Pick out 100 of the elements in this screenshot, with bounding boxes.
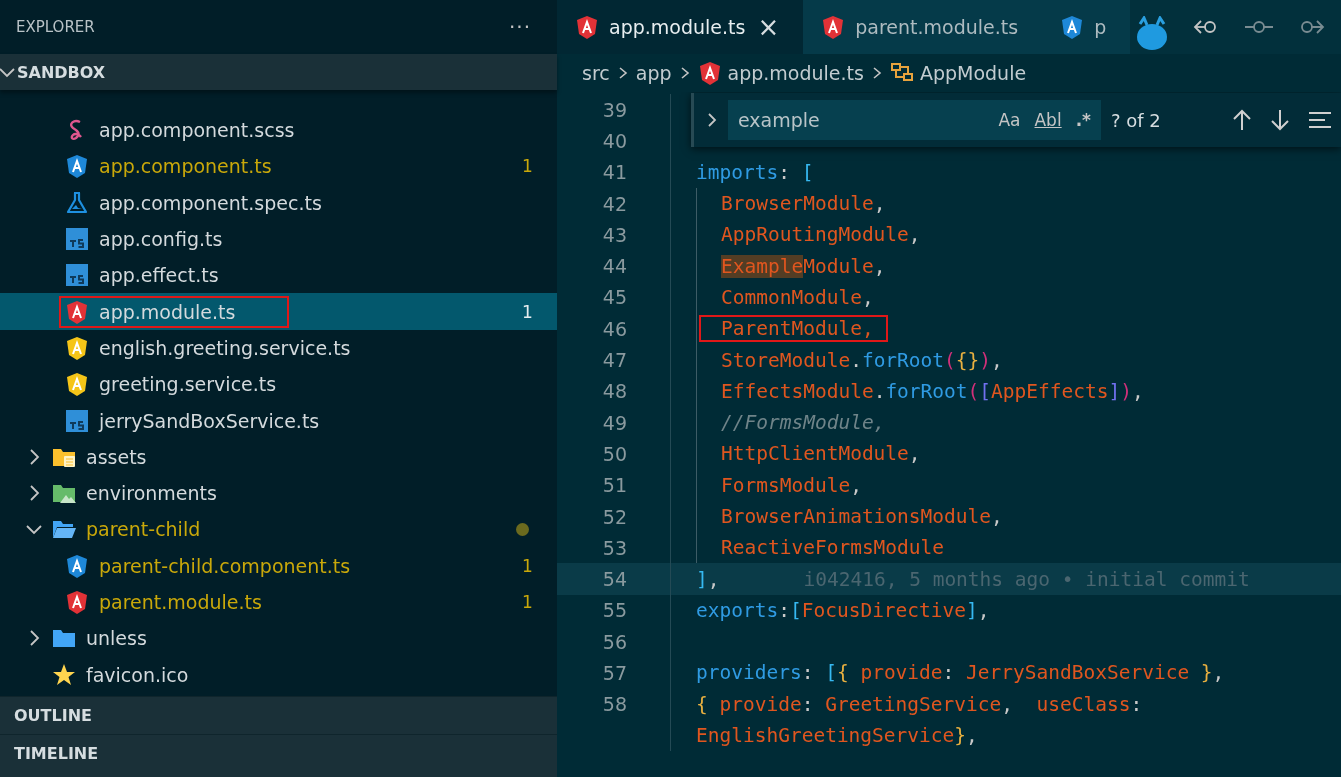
tree-item[interactable]: app.component.ts 1: [0, 148, 557, 185]
file-name: parent-child: [86, 518, 201, 541]
code-token: .: [850, 348, 862, 372]
code-token: useClass: [1036, 692, 1131, 716]
code-token: [: [789, 598, 802, 622]
code-token: :: [778, 160, 791, 184]
angular-icon: [697, 61, 722, 85]
code-token: }: [954, 724, 967, 748]
file-name: app.component.scss: [99, 119, 295, 142]
tree-item[interactable]: app.module.ts 1: [0, 293, 557, 330]
editor-tab[interactable]: parent.module.ts: [803, 0, 1043, 54]
tab-label: p: [1094, 16, 1107, 38]
code-token: FormsModule: [721, 473, 851, 497]
line-number: 42: [601, 192, 627, 215]
code-token: ,: [1001, 692, 1014, 716]
search-option-toggle[interactable]: Aa: [998, 110, 1021, 130]
line-number: 53: [601, 536, 627, 559]
problem-count: 1: [522, 301, 533, 322]
file-name: unless: [86, 627, 147, 650]
tree-item[interactable]: parent.module.ts 1: [0, 583, 557, 621]
file-name: app.component.ts: [99, 155, 272, 178]
breadcrumb-item[interactable]: app.module.ts: [727, 62, 864, 84]
angular-icon: [65, 335, 89, 360]
code-token: FocusDirective: [801, 598, 967, 622]
breadcrumb-item[interactable]: AppModule: [919, 62, 1027, 84]
angular-icon: [575, 15, 599, 39]
file-name: favicon.ico: [86, 663, 189, 686]
editor-tab[interactable]: app.module.ts ×: [557, 0, 804, 54]
code-token: [: [979, 379, 992, 403]
code-token: ]: [1108, 379, 1121, 403]
more-actions-button[interactable]: ···: [498, 15, 541, 39]
code-token: :: [801, 661, 815, 685]
editor-tab[interactable]: p: [1042, 0, 1131, 54]
tree-item[interactable]: jerrySandBoxService.ts: [0, 402, 557, 439]
code-token: ): [1120, 379, 1132, 403]
line-number: 49: [601, 411, 627, 434]
search-option-toggle[interactable]: Abl: [1034, 110, 1062, 130]
code-token: BrowserAnimationsModule: [721, 505, 992, 528]
tree-item[interactable]: unless: [0, 620, 557, 657]
code-token: (: [967, 379, 980, 403]
code-token: exports: [696, 598, 779, 622]
tree-item[interactable]: assets: [0, 438, 557, 475]
close-icon[interactable]: ×: [757, 12, 780, 42]
code-token: ,: [966, 724, 978, 748]
code-token: :: [778, 598, 790, 622]
file-name: app.effect.ts: [99, 264, 219, 287]
code-token: ]: [966, 598, 978, 622]
tree-item[interactable]: app.config.ts: [0, 220, 557, 258]
angular-icon: [1060, 15, 1085, 39]
code-token: imports: [696, 160, 779, 184]
file-name: parent.module.ts: [99, 591, 262, 613]
code-token: {: [836, 661, 849, 685]
panel-header[interactable]: TIMELINE: [0, 734, 557, 772]
angular-icon: [65, 372, 89, 397]
highlight-frame: ParentModule,: [701, 317, 886, 341]
code-token: AppEffects: [991, 379, 1109, 403]
breadcrumb-item[interactable]: src: [582, 62, 610, 84]
angular-icon: [65, 154, 89, 179]
code-token: ,: [1212, 661, 1225, 685]
line-number: 52: [601, 505, 627, 528]
file-name: app.module.ts: [99, 300, 236, 323]
search-option-toggle[interactable]: .*: [1075, 110, 1091, 130]
tree-item[interactable]: english.greeting.service.ts: [0, 329, 557, 367]
panel-header[interactable]: OUTLINE: [0, 696, 557, 734]
menu-icon: [1306, 110, 1333, 130]
search-match: Example: [721, 254, 804, 278]
code-token: [: [801, 160, 814, 184]
line-number: 45: [601, 286, 627, 309]
tree-item[interactable]: parent-child: [0, 511, 557, 548]
tree-item[interactable]: parent-child.component.ts 1: [0, 547, 557, 584]
problem-count: 1: [522, 555, 533, 576]
code-token: ,: [873, 254, 886, 278]
tab-label: parent.module.ts: [855, 16, 1019, 38]
tree-item[interactable]: favicon.ico: [0, 656, 557, 693]
search-field[interactable]: example Aa Abl .*: [728, 100, 1101, 140]
line-number: 51: [601, 474, 627, 497]
code-token: HttpClientModule: [721, 442, 909, 466]
star-icon: [52, 662, 76, 687]
line-number: 39: [601, 98, 627, 121]
file-name: environments: [86, 482, 217, 505]
code-token: provide: [859, 661, 943, 685]
breadcrumb-item[interactable]: app: [635, 62, 672, 84]
tree-item[interactable]: app.component.scss: [0, 112, 557, 149]
tree-item[interactable]: app.effect.ts: [0, 257, 557, 294]
tree-item[interactable]: environments: [0, 474, 557, 512]
tree-item[interactable]: app.component.spec.ts: [0, 184, 557, 221]
code-token: (: [944, 348, 956, 372]
code-token: }: [1199, 661, 1213, 685]
file-name: assets: [86, 445, 147, 468]
code-token: :: [942, 661, 956, 685]
line-number: 44: [601, 255, 627, 278]
section-title: SANDBOX: [17, 62, 106, 82]
tree-item[interactable]: greeting.service.ts: [0, 366, 557, 403]
code-token: .: [873, 379, 886, 403]
line-number: 54: [601, 568, 627, 591]
code-token: provide: [718, 692, 802, 716]
file-name: app.component.spec.ts: [99, 191, 322, 214]
code-token: forRoot: [861, 348, 945, 372]
section-header[interactable]: SANDBOX: [0, 54, 557, 90]
code-token: forRoot: [885, 379, 968, 403]
